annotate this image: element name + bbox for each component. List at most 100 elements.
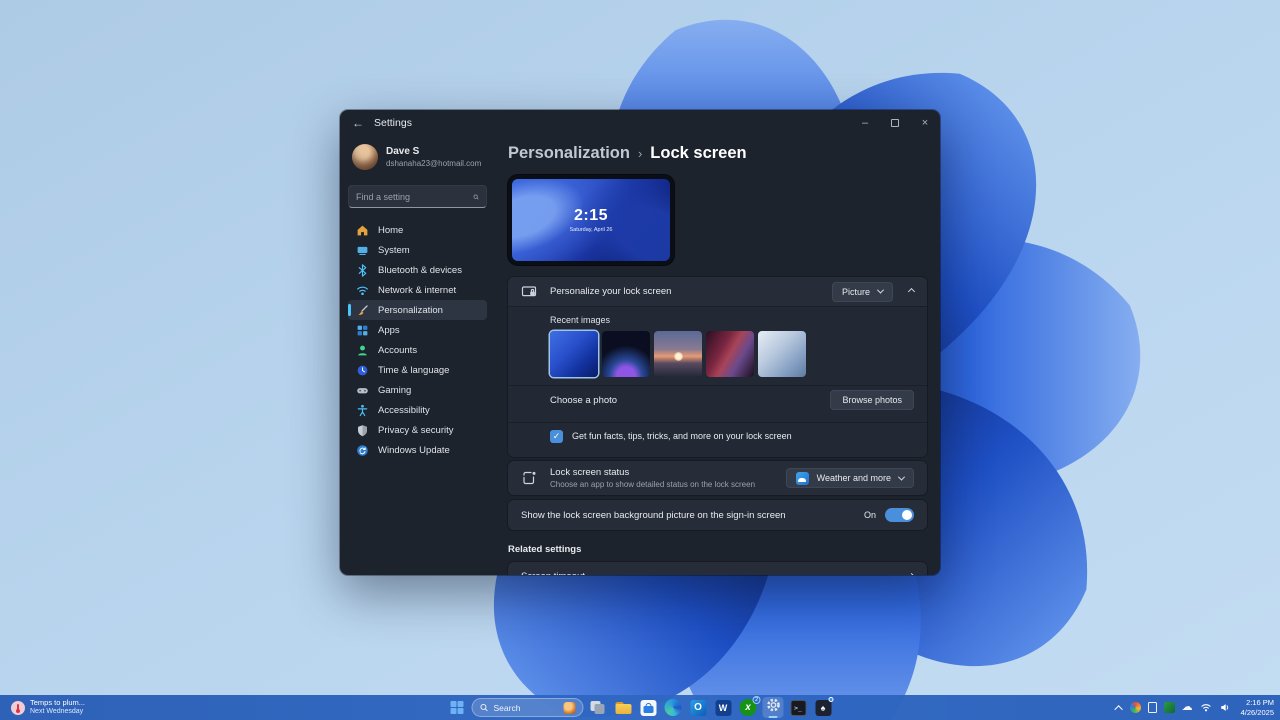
search-highlight-icon [564,702,576,714]
weather-thermometer-icon [11,701,25,715]
sidebar-item-label: System [378,245,410,256]
browse-photos-button[interactable]: Browse photos [830,390,914,410]
sidebar-nav: Home System Bluetooth & devices Network … [348,220,487,460]
sidebar-item-label: Windows Update [378,445,450,456]
choose-photo-label: Choose a photo [550,395,617,406]
edge-icon [665,699,682,716]
task-view-button[interactable] [588,697,609,718]
xbox-button[interactable]: x2 [738,697,759,718]
recent-image-thumbnail-1[interactable] [550,331,598,377]
outlook-button[interactable]: O [688,697,709,718]
settings-window: ← Settings – × Dave S dshanaha23@hotmail… [340,110,940,575]
sidebar-item-label: Gaming [378,385,411,396]
breadcrumb: Personalization › Lock screen [508,144,927,163]
start-button[interactable] [447,697,468,718]
sidebar-item-personalization[interactable]: Personalization [348,300,487,320]
recent-image-thumbnail-3[interactable] [654,331,702,377]
sidebar-item-system[interactable]: System [348,240,487,260]
toggle-knob [902,510,912,520]
windows-logo-icon [451,701,464,714]
sidebar-item-windows-update[interactable]: Windows Update [348,440,487,460]
status-app-value: Weather and more [817,473,891,483]
fun-facts-checkbox[interactable]: ✓ [550,430,563,443]
microsoft-store-button[interactable] [638,697,659,718]
document-tray-icon[interactable] [1148,702,1157,713]
clock[interactable]: 2:16 PM 4/26/2025 [1241,698,1274,718]
preview-date: Saturday, April 26 [569,227,612,233]
screen-timeout-card[interactable]: Screen timeout [508,562,927,575]
sidebar-item-bluetooth-devices[interactable]: Bluetooth & devices [348,260,487,280]
word-button[interactable]: W [713,697,734,718]
search-input[interactable] [356,192,473,202]
widgets-button[interactable]: Temps to plum... Next Wednesday [6,695,90,720]
edge-button[interactable] [663,697,684,718]
lock-screen-status-icon [521,470,537,486]
file-explorer-icon [615,702,631,714]
widget-subline: Next Wednesday [30,708,85,716]
maximize-button[interactable] [880,110,910,136]
sidebar-item-label: Apps [378,325,400,336]
chevron-right-icon: › [638,146,642,161]
recent-images-row [550,331,914,377]
chevron-up-icon [908,288,915,295]
home-icon [356,224,369,237]
sidebar-item-gaming[interactable]: Gaming [348,380,487,400]
bluetooth-icon [356,264,369,277]
terminal-icon: >_ [790,700,806,716]
avatar [352,144,378,170]
widget-headline: Temps to plum... [30,699,85,708]
personalize-expander-header[interactable]: Personalize your lock screen Picture [508,277,927,306]
settings-search[interactable] [348,185,487,208]
volume-icon[interactable] [1219,702,1231,713]
tray-overflow-button[interactable] [1117,705,1123,711]
sidebar-item-privacy-security[interactable]: Privacy & security [348,420,487,440]
sidebar-item-network-internet[interactable]: Network & internet [348,280,487,300]
sidebar-item-apps[interactable]: Apps [348,320,487,340]
recent-image-thumbnail-4[interactable] [706,331,754,377]
user-profile[interactable]: Dave S dshanaha23@hotmail.com [348,142,487,172]
recent-image-thumbnail-5[interactable] [758,331,806,377]
fun-facts-row: ✓ Get fun facts, tips, tricks, and more … [550,423,914,449]
status-app-dropdown[interactable]: Weather and more [786,468,914,488]
weather-app-icon [796,472,809,485]
microsoft-store-icon [640,700,656,716]
colorful-app-tray-icon[interactable] [1130,702,1141,713]
sidebar-item-accessibility[interactable]: Accessibility [348,400,487,420]
sidebar-item-accounts[interactable]: Accounts [348,340,487,360]
recent-image-thumbnail-2[interactable] [602,331,650,377]
background-type-dropdown[interactable]: Picture [832,282,893,302]
back-button[interactable]: ← [352,116,374,130]
solitaire-button[interactable]: ♠ [813,697,834,718]
minimize-button[interactable]: – [850,110,880,136]
breadcrumb-parent[interactable]: Personalization [508,144,630,163]
chevron-right-icon [908,572,915,575]
onedrive-cloud-icon[interactable]: ☁ [1182,702,1193,713]
chevron-down-icon [898,473,905,480]
close-button[interactable]: × [910,110,940,136]
settings-content: Personalization › Lock screen 2:15 Satur… [495,136,940,575]
green-app-tray-icon[interactable] [1164,702,1175,713]
xbox-notification-badge: 2 [753,696,761,704]
signin-background-toggle[interactable] [885,508,914,522]
apps-icon [356,324,369,337]
sidebar-item-time-language[interactable]: Time & language [348,360,487,380]
toggle-state-label: On [864,510,876,520]
notification-dot [829,697,834,702]
wifi-icon[interactable] [1200,702,1212,713]
search-icon [473,192,479,202]
sidebar-item-label: Personalization [378,305,443,316]
taskbar-search[interactable]: Search [472,698,584,717]
fun-facts-label: Get fun facts, tips, tricks, and more on… [572,431,792,441]
file-explorer-button[interactable] [613,697,634,718]
search-icon [480,703,489,712]
terminal-button[interactable]: >_ [788,697,809,718]
preview-time: 2:15 [574,207,608,225]
settings-button[interactable] [763,697,784,718]
sidebar-item-label: Network & internet [378,285,456,296]
maximize-icon [891,119,899,127]
sidebar-item-label: Bluetooth & devices [378,265,462,276]
choose-photo-row: Choose a photo Browse photos [550,386,914,414]
gaming-icon [356,384,369,397]
lock-screen-status-card: Lock screen status Choose an app to show… [508,461,927,495]
sidebar-item-home[interactable]: Home [348,220,487,240]
